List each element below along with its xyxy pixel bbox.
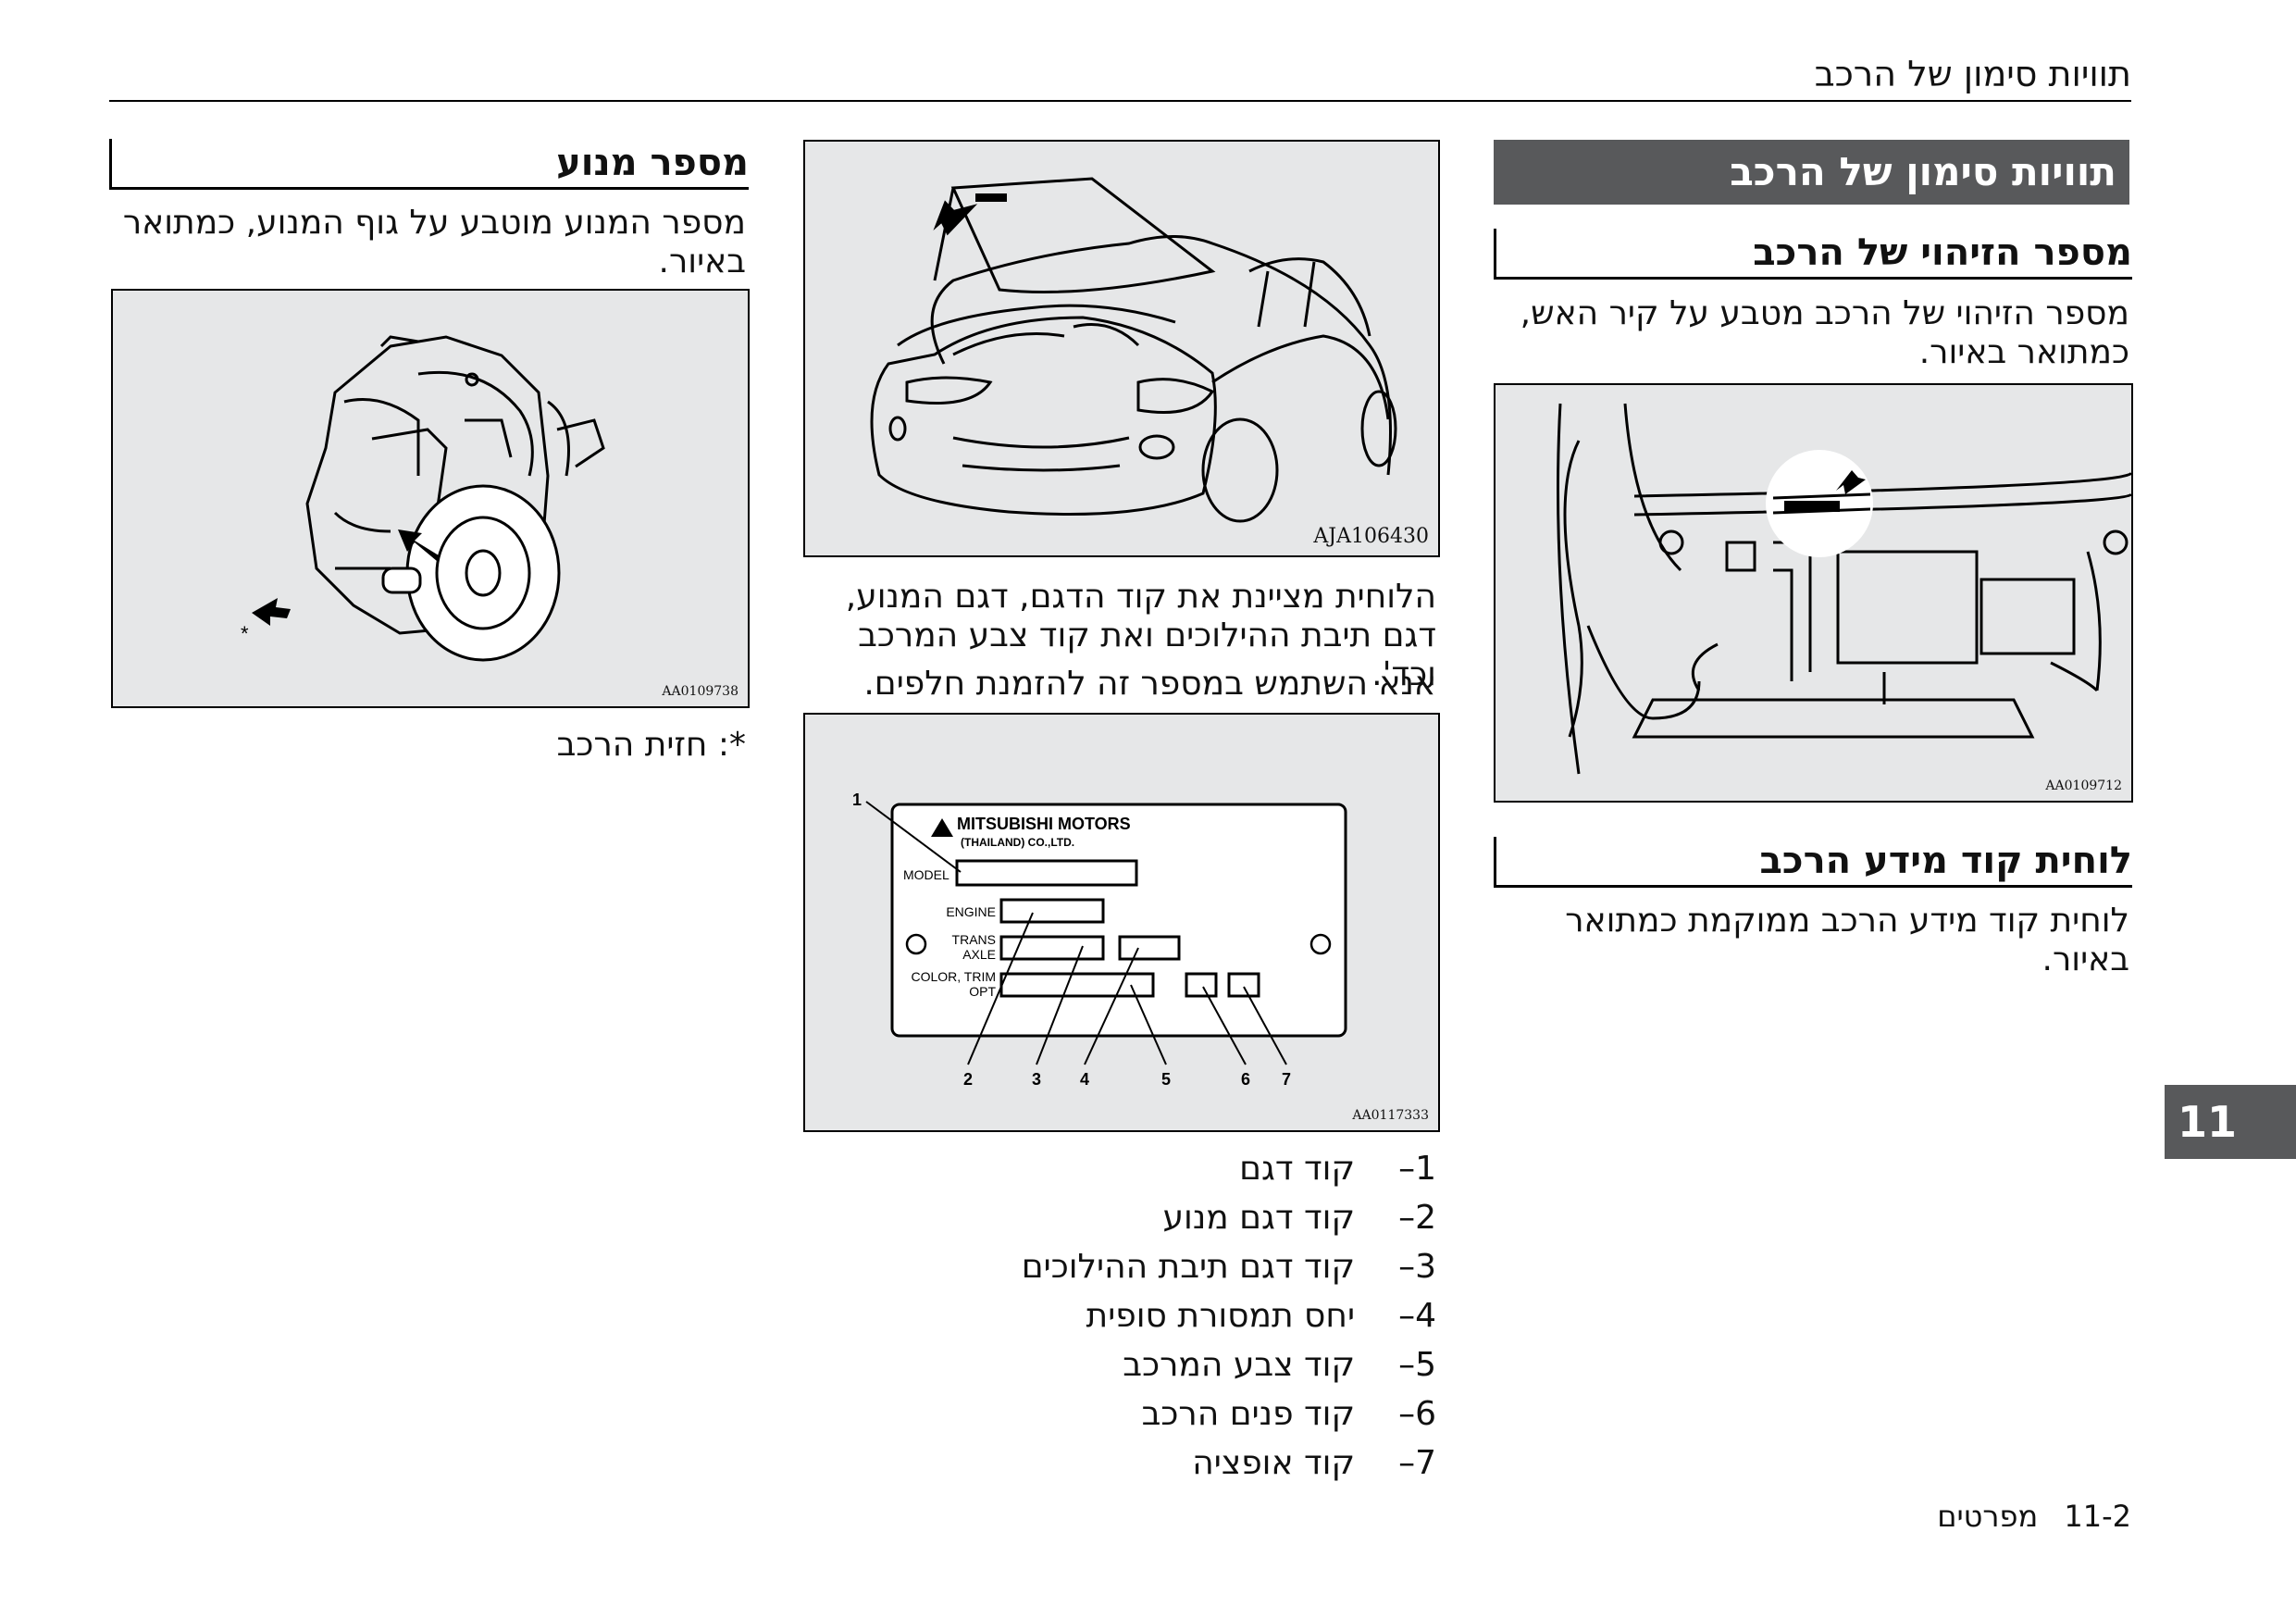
- car-illustration: [870, 177, 1397, 523]
- car-figure: AJA106430: [803, 140, 1440, 557]
- vin-figure-code: AA0109712: [2045, 778, 2122, 793]
- engine-figure-asterisk: *: [241, 622, 249, 645]
- plate-brand-line-2: (THAILAND) CO.,LTD.: [961, 836, 1074, 849]
- engine-number-heading: מספר מנוע: [109, 139, 749, 190]
- info-plate-diagram: MITSUBISHI MOTORS (THAILAND) CO.,LTD. MO…: [852, 791, 1347, 1089]
- front-of-vehicle-note: *: חזית הרכב: [556, 726, 746, 764]
- vin-heading: מספר הזיהוי של הרכב: [1494, 229, 2132, 280]
- header-rule: [109, 100, 2131, 102]
- callout-4: 4: [1080, 1070, 1089, 1089]
- plate-label-axle: AXLE: [962, 947, 996, 962]
- plate-label-trans: TRANS: [952, 932, 996, 947]
- chapter-tab: 11: [2165, 1085, 2296, 1159]
- plate-label-color: COLOR, TRIM: [911, 969, 996, 984]
- callout-5: 5: [1161, 1070, 1171, 1089]
- plate-brand-line-1: MITSUBISHI MOTORS: [957, 815, 1131, 833]
- page-footer: 11-2 מפרטים: [1937, 1499, 2131, 1534]
- footer-section-name: מפרטים: [1937, 1499, 2039, 1534]
- page-header-title: תוויות סימון של הרכב: [1814, 54, 2131, 94]
- engine-number-text: מספר המנוע מוטבע על גוף המנוע, כמתואר בא…: [122, 204, 746, 280]
- vin-figure: AA0109712: [1494, 383, 2133, 803]
- plate-label-engine: ENGINE: [946, 904, 996, 919]
- vin-text: מספר הזיהוי של הרכב מטבע על קיר האש, כמת…: [1520, 294, 2129, 371]
- legend-item: 4– יחס תמסורת סופית: [1086, 1297, 1436, 1335]
- callout-1: 1: [852, 791, 862, 809]
- plate-label-opt: OPT: [969, 984, 996, 999]
- info-plate-text: לוחית קוד מידע הרכב ממוקמת כמתואר באיור.: [1565, 902, 2129, 978]
- engine-illustration: *: [241, 335, 605, 662]
- legend-item: 2– קוד דגם מנוע: [1162, 1199, 1436, 1237]
- engine-bay-illustration: [1557, 403, 2131, 775]
- car-figure-code: AJA106430: [1313, 525, 1429, 548]
- legend-item: 5– קוד צבע המרכב: [1123, 1346, 1436, 1384]
- parts-order-note: אנא השתמש במספר זה להזמנת חלפים.: [863, 665, 1436, 703]
- plate-label-model: MODEL: [903, 867, 949, 882]
- section-band: תוויות סימון של הרכב: [1494, 140, 2129, 205]
- engine-figure-code: AA0109738: [662, 684, 738, 699]
- info-plate-figure: MITSUBISHI MOTORS (THAILAND) CO.,LTD. MO…: [803, 713, 1440, 1132]
- callout-6: 6: [1241, 1070, 1250, 1089]
- callout-2: 2: [963, 1070, 973, 1089]
- legend-item: 3– קוד דגם תיבת ההילוכים: [1021, 1248, 1436, 1286]
- engine-figure: * AA0109738: [111, 289, 750, 708]
- plate-figure-code: AA0117333: [1352, 1108, 1429, 1123]
- legend-item: 6– קוד פנים הרכב: [1141, 1395, 1436, 1433]
- callout-7: 7: [1282, 1070, 1291, 1089]
- footer-page-number: 11-2: [2064, 1499, 2131, 1534]
- legend-item: 7– קוד אופציה: [1192, 1444, 1436, 1482]
- legend-item: 1– קוד דגם: [1239, 1150, 1436, 1188]
- callout-3: 3: [1032, 1070, 1041, 1089]
- info-plate-heading: לוחית קוד מידע הרכב: [1494, 837, 2132, 888]
